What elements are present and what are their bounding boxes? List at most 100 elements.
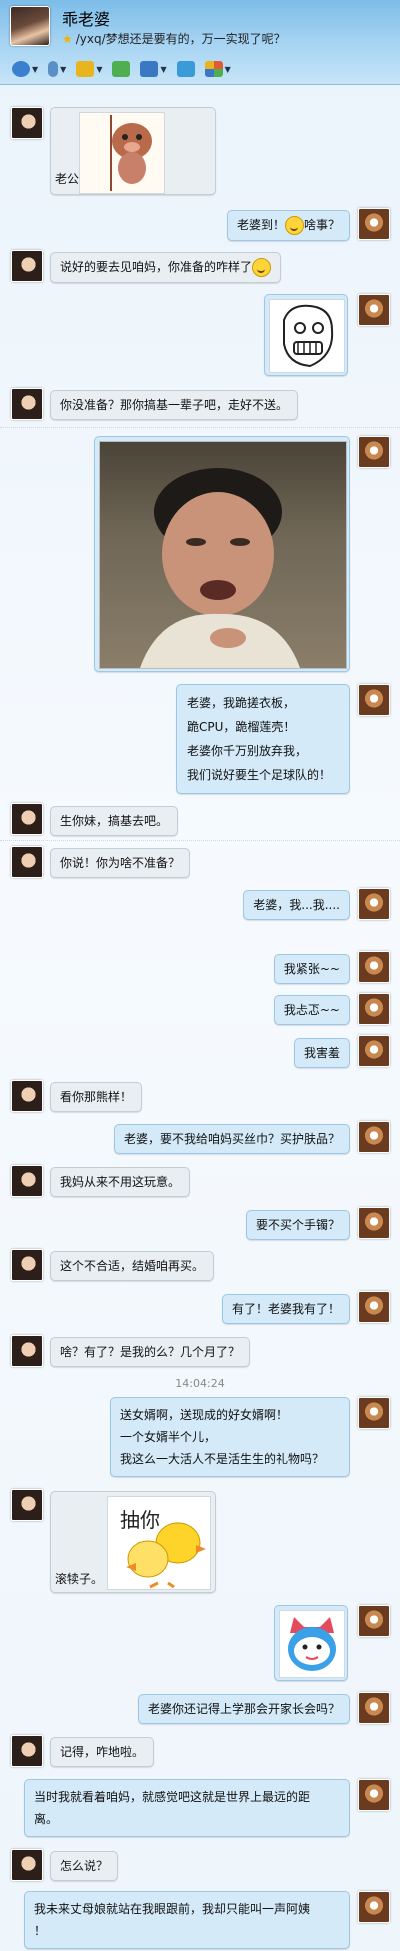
chat-header: 乖老婆 ★/yxq/梦想还是要有的，万一实现了呢？ ▼ ▼ ▼ ▼ ▼ [0,0,400,85]
apps-button[interactable]: ▼ [203,59,233,79]
contact-avatar[interactable] [10,6,50,46]
message-bubble[interactable]: 老婆，要不我给咱妈买丝巾？买护肤品？ [113,1124,350,1154]
message-bubble[interactable]: 这个不合适，结婚咱再买。 [50,1251,215,1281]
message-bubble[interactable]: 老婆，我跪搓衣板， 跪CPU，跪榴莲壳！ 老婆你千万别放弃我， 我们说好要生个足… [176,684,350,794]
message-bubble[interactable]: 说好的要去见咱妈，你准备的咋样了 [50,252,282,283]
message-bubble[interactable]: 抽你 滚犊子。 [50,1491,216,1593]
avatar[interactable] [358,1397,390,1429]
message-bubble[interactable]: 老婆你还记得上学那会开家长会吗？ [137,1694,350,1724]
message-bubble[interactable] [94,436,350,672]
avatar[interactable] [11,250,43,282]
avatar[interactable] [11,1489,43,1521]
screen-share-icon [140,61,159,77]
contact-name[interactable]: 乖老婆 [62,6,110,30]
message-text: 老婆，我...我.... [253,898,340,912]
message-bubble[interactable]: 生你妹，搞基去吧。 [50,806,179,836]
message-bubble[interactable]: 怎么说？ [50,1851,119,1881]
message-text: 生你妹，搞基去吧。 [60,814,169,828]
message-text: 滚犊子。 [55,1572,104,1586]
avatar[interactable] [11,1735,43,1767]
pig-sticker [79,112,165,194]
chevron-down-icon[interactable]: ▼ [32,65,38,74]
message-text: 啥？有了？是我的么？几个月了？ [60,1345,241,1359]
message-bubble[interactable]: 老公 [50,107,216,195]
message-bubble[interactable]: 老婆到！ 啥事？ [226,210,350,241]
message-bubble[interactable]: 我忐忑~~ [273,995,350,1025]
chevron-down-icon[interactable]: ▼ [225,65,231,74]
message-bubble[interactable]: 有了！老婆我有了！ [221,1294,350,1324]
message-line: 送女婿啊，送现成的好女婿啊！ [120,1408,289,1422]
avatar[interactable] [11,388,43,420]
voice-call-button[interactable]: ▼ [46,59,68,79]
avatar[interactable] [358,1692,390,1724]
message-bubble[interactable]: 我紧张~~ [273,954,350,984]
avatar[interactable] [358,1121,390,1153]
screen-share-button[interactable]: ▼ [138,59,168,79]
avatar[interactable] [358,993,390,1025]
avatar[interactable] [358,1779,390,1811]
avatar[interactable] [11,846,43,878]
avatar[interactable] [11,107,43,139]
avatar[interactable] [358,208,390,240]
avatar[interactable] [358,1035,390,1067]
add-contact-button[interactable] [110,59,132,79]
rage-face-art [283,304,334,368]
message-bubble[interactable] [264,294,348,376]
message-bubble[interactable]: 啥？有了？是我的么？几个月了？ [50,1337,251,1367]
pig-sticker-art [110,115,152,191]
message-bubble[interactable]: 要不买个手镯？ [245,1210,350,1240]
message-text: 你说！你为啥不准备？ [60,856,181,870]
message-line: 老婆你千万别放弃我， [187,744,308,758]
message-text: 老婆到！ [236,218,285,232]
message-line: 老婆，我跪搓衣板， [187,696,296,710]
chevron-down-icon[interactable]: ▼ [60,65,66,74]
avatar[interactable] [11,1165,43,1197]
sticker-caption: 抽你 [120,1508,160,1532]
avatar[interactable] [358,436,390,468]
avatar[interactable] [11,1335,43,1367]
avatar[interactable] [11,1849,43,1881]
avatar[interactable] [11,803,43,835]
message-bubble[interactable]: 我妈从来不用这玩意。 [50,1167,191,1197]
message-text: 这个不合适，结婚咱再买。 [60,1259,205,1273]
avatar[interactable] [358,684,390,716]
avatar[interactable] [358,888,390,920]
toolbar: ▼ ▼ ▼ ▼ ▼ [10,58,233,80]
cat-sticker-art [288,1617,336,1671]
message-bubble[interactable]: 你没准备？那你搞基一辈子吧，走好不送。 [50,390,299,420]
chevron-down-icon[interactable]: ▼ [96,65,102,74]
cat-sticker [279,1610,345,1678]
remote-desktop-icon [176,61,195,77]
avatar[interactable] [11,1080,43,1112]
file-transfer-button[interactable]: ▼ [74,59,104,79]
chevron-down-icon[interactable]: ▼ [160,65,166,74]
message-bubble[interactable]: 送女婿啊，送现成的好女婿啊！ 一个女婿半个儿， 我这么一大活人不是活生生的礼物吗… [110,1397,350,1477]
message-bubble[interactable]: 我未来丈母娘就站在我眼跟前，我却只能叫一声阿姨 ！ [24,1891,350,1949]
remote-desktop-button[interactable] [175,59,197,79]
message-bubble[interactable]: 记得，咋地啦。 [50,1737,155,1767]
avatar[interactable] [358,951,390,983]
message-text: 记得，咋地啦。 [60,1745,145,1759]
message-text: 看你那熊样！ [60,1090,133,1104]
rage-face-sticker [269,299,345,373]
message-line: 当时我就看着咱妈，就感觉吧这就是世界上最远的距 [34,1790,311,1804]
message-text: 老婆你还记得上学那会开家长会吗？ [147,1702,340,1716]
video-call-button[interactable]: ▼ [10,59,40,79]
message-text: 老公 [55,172,80,186]
message-bubble[interactable]: 老婆，我...我.... [243,890,350,920]
avatar[interactable] [358,1207,390,1239]
divider [0,840,400,841]
avatar[interactable] [358,294,390,326]
avatar[interactable] [358,1605,390,1637]
avatar[interactable] [358,1291,390,1323]
message-bubble[interactable]: 你说！你为啥不准备？ [50,848,191,878]
message-bubble[interactable]: 我害羞 [293,1038,350,1068]
message-bubble[interactable]: 当时我就看着咱妈，就感觉吧这就是世界上最远的距 离。 [24,1779,350,1837]
message-bubble[interactable] [274,1605,348,1681]
message-line: ！ [34,1924,47,1938]
crying-man-photo [99,441,347,669]
message-text: 我害羞 [303,1046,340,1060]
message-bubble[interactable]: 看你那熊样！ [50,1082,143,1112]
avatar[interactable] [358,1891,390,1923]
avatar[interactable] [11,1249,43,1281]
